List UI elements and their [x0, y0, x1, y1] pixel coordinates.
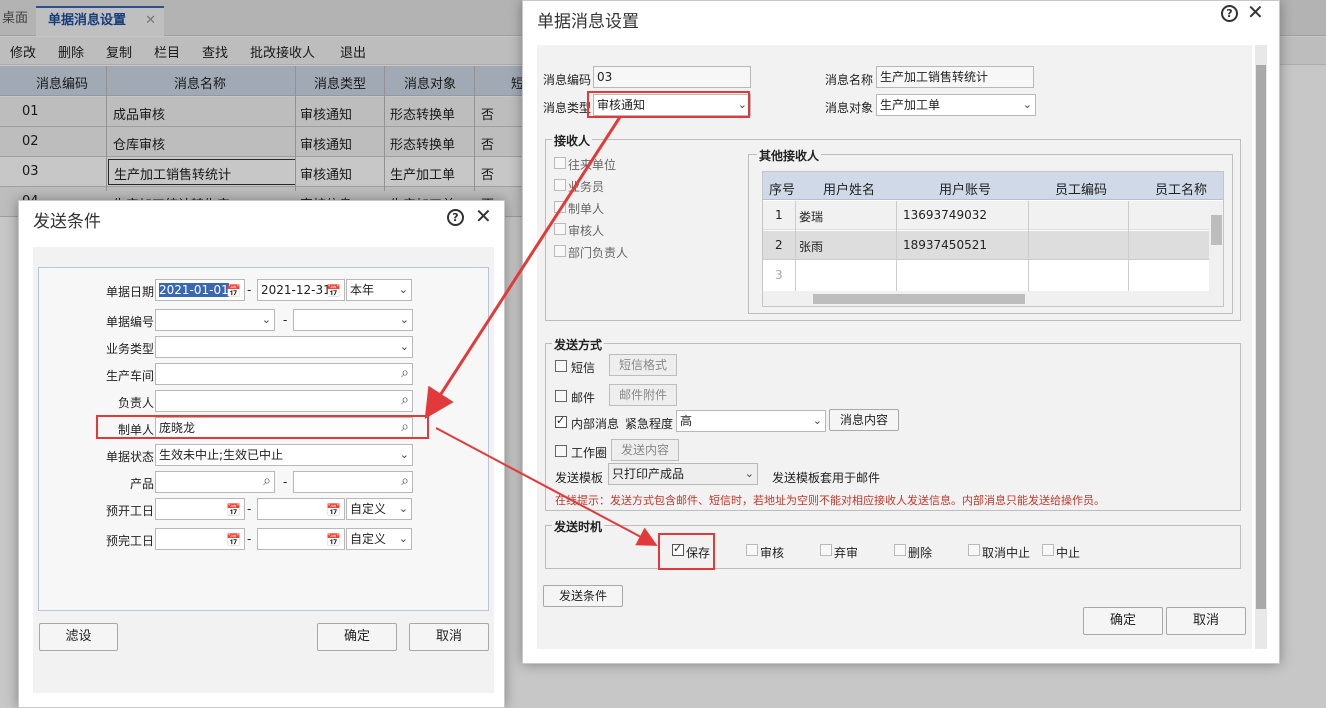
annotation-arrows — [424, 116, 658, 546]
arrow-type-to-maker — [424, 116, 622, 420]
arrow-maker-to-save — [435, 427, 658, 546]
